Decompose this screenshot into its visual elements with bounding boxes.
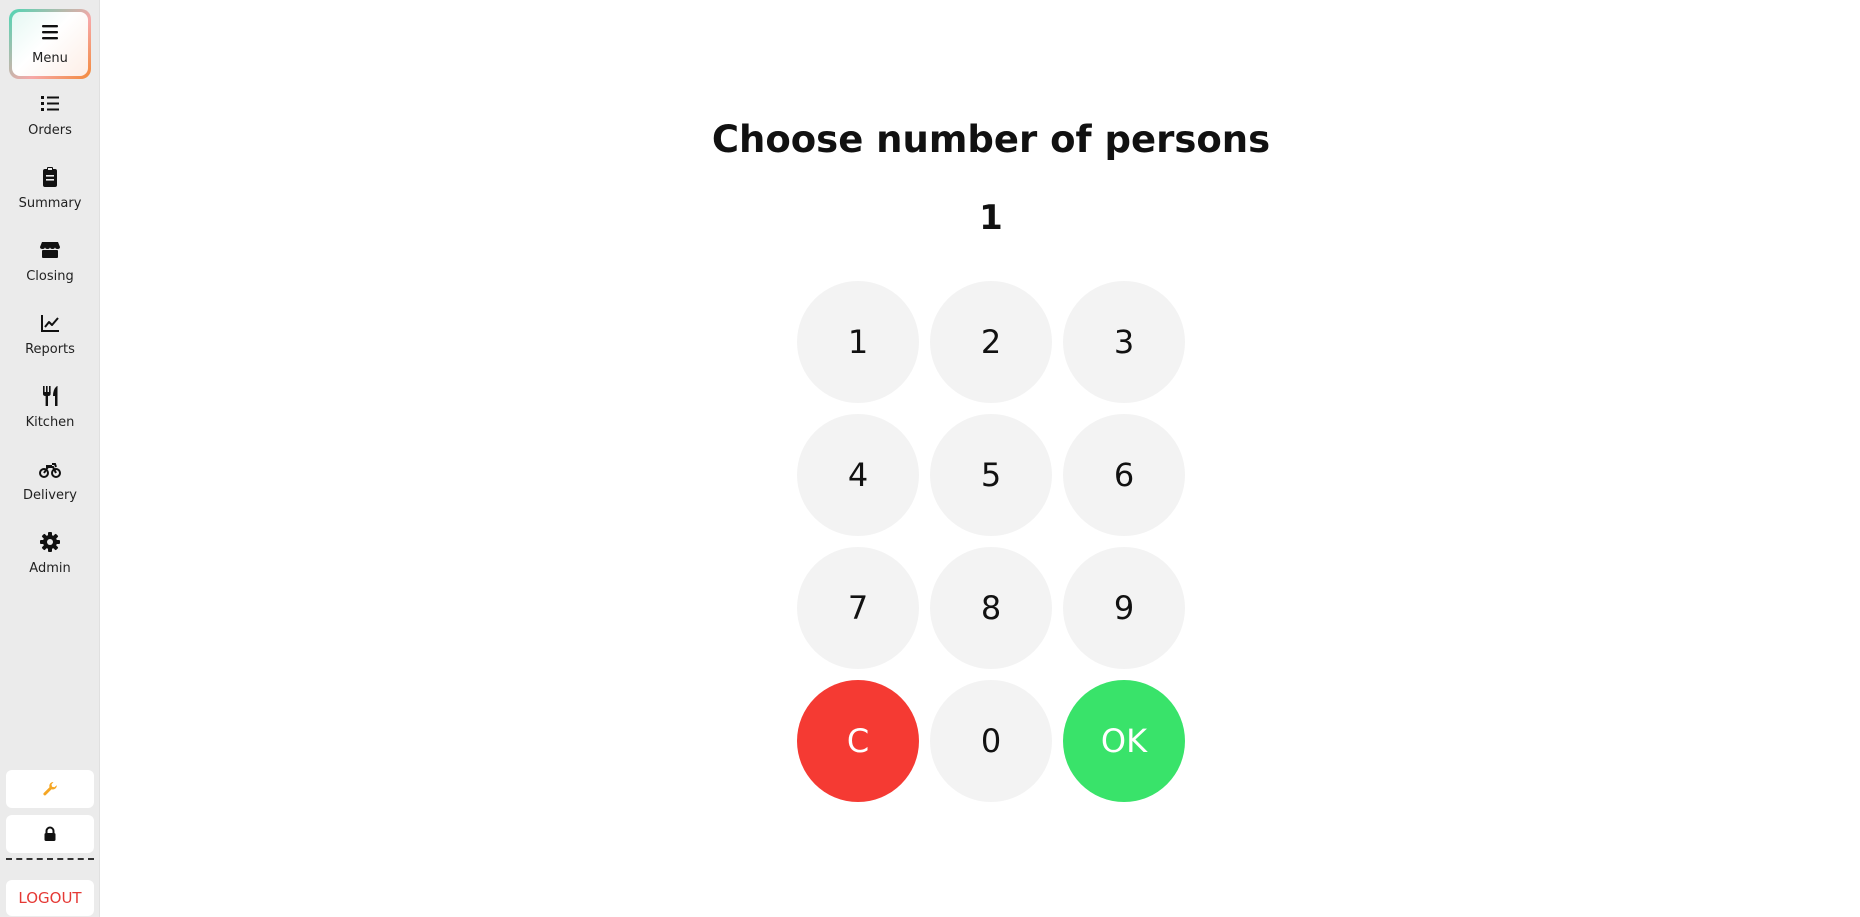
utensils-icon [43,386,58,406]
key-0[interactable]: 0 [930,680,1052,802]
sidebar-item-summary[interactable]: Summary [9,154,91,224]
ok-button[interactable]: OK [1063,680,1185,802]
key-4[interactable]: 4 [797,414,919,536]
sidebar-item-label: Closing [26,269,74,284]
sidebar-item-delivery[interactable]: Delivery [9,446,91,516]
sidebar-item-label: Delivery [23,488,77,503]
clear-button[interactable]: C [797,680,919,802]
sidebar: Menu Orders Summary Closing Reports Kitc… [0,0,100,917]
key-5[interactable]: 5 [930,414,1052,536]
sidebar-item-label: Menu [32,51,68,66]
sidebar-item-admin[interactable]: Admin [9,519,91,589]
key-1[interactable]: 1 [797,281,919,403]
sidebar-divider [6,858,94,860]
sidebar-item-label: Orders [28,123,72,138]
persons-display: 1 [979,198,1003,238]
sidebar-item-reports[interactable]: Reports [9,300,91,370]
store-icon [40,242,60,258]
sidebar-item-label: Kitchen [25,415,75,430]
logout-button[interactable]: LOGOUT [6,880,94,916]
sidebar-item-menu[interactable]: Menu [9,9,91,79]
list-icon [41,96,59,111]
lock-button[interactable] [6,815,94,853]
key-6[interactable]: 6 [1063,414,1185,536]
key-7[interactable]: 7 [797,547,919,669]
sidebar-item-kitchen[interactable]: Kitchen [9,373,91,443]
sidebar-item-label: Summary [18,196,82,211]
sidebar-item-label: Reports [25,342,75,357]
sidebar-item-orders[interactable]: Orders [9,81,91,151]
tools-button[interactable] [6,770,94,808]
key-8[interactable]: 8 [930,547,1052,669]
motorcycle-icon [39,463,61,478]
key-3[interactable]: 3 [1063,281,1185,403]
chart-line-icon [41,315,59,332]
page-title: Choose number of persons [711,118,1271,161]
gear-icon [40,532,60,552]
key-2[interactable]: 2 [930,281,1052,403]
sidebar-item-closing[interactable]: Closing [9,227,91,297]
key-9[interactable]: 9 [1063,547,1185,669]
sidebar-item-label: Admin [29,561,71,576]
hamburger-icon [42,25,58,40]
wrench-icon [43,781,57,796]
clipboard-icon [43,167,57,187]
lock-icon [44,826,56,841]
